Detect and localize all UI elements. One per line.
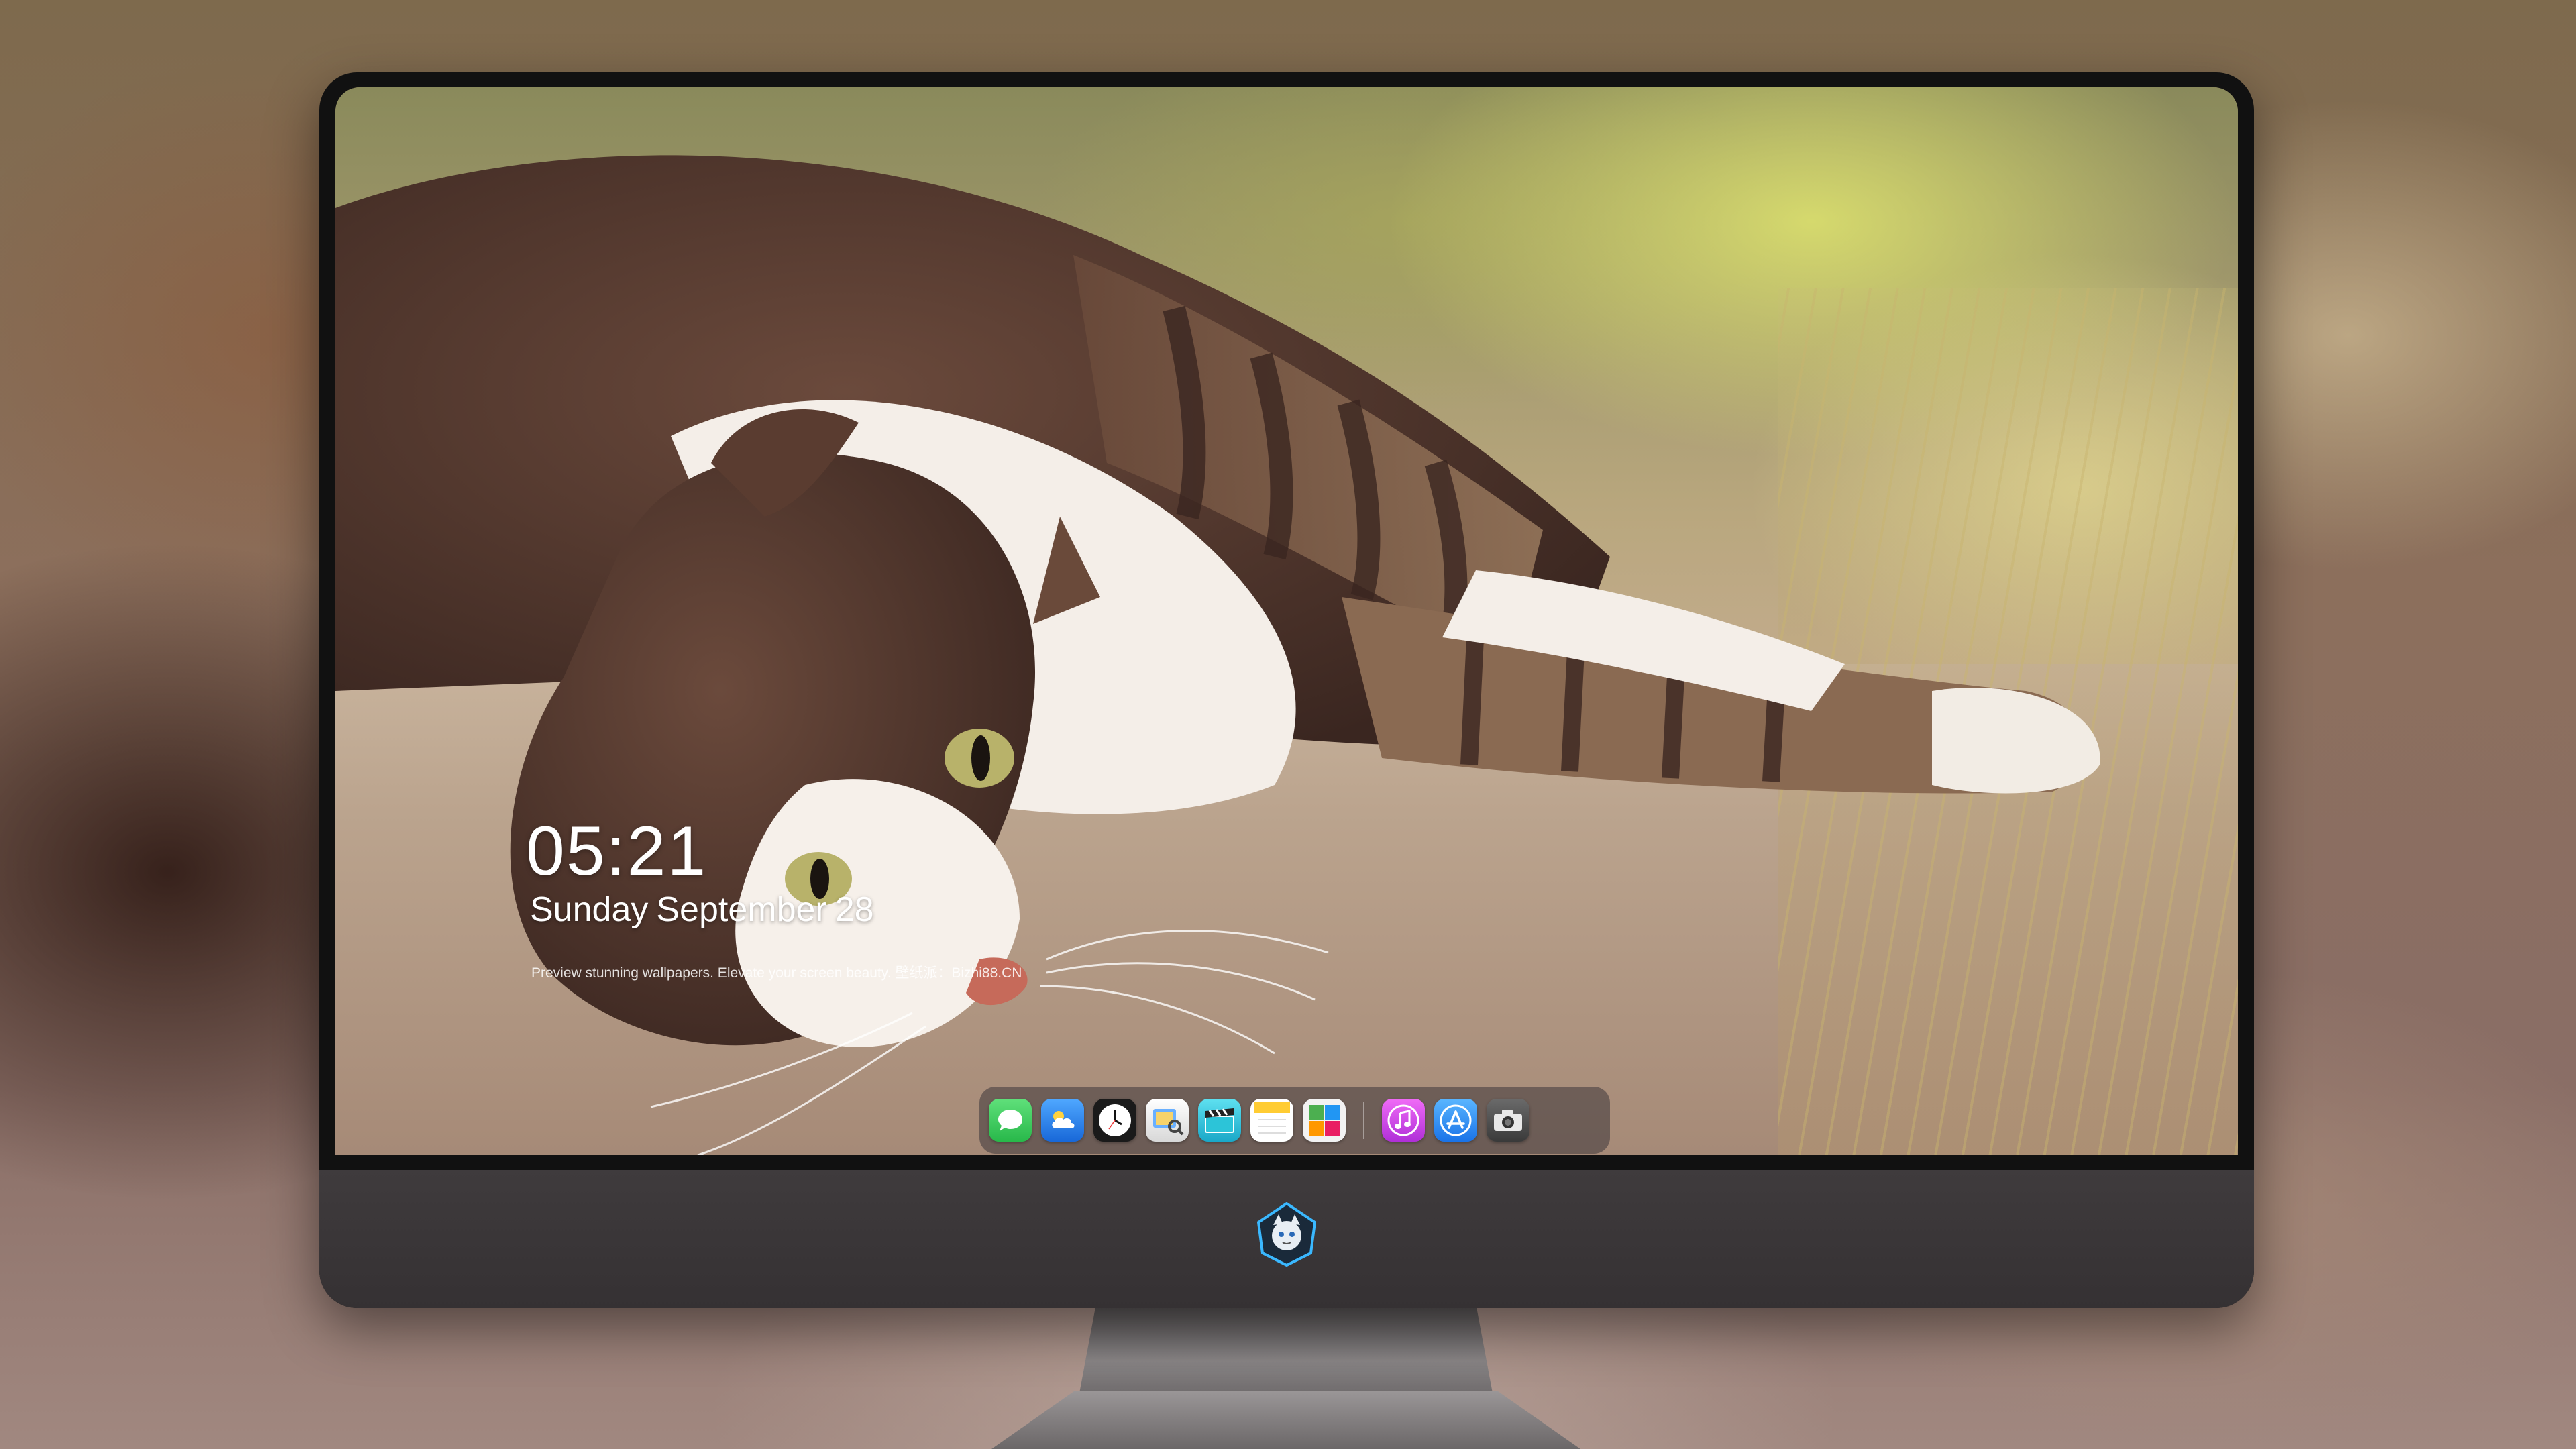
monitor-stand-base <box>991 1391 1580 1449</box>
notes-icon[interactable] <box>1250 1099 1293 1142</box>
wallpaper-cat <box>335 155 2100 1155</box>
preview-icon[interactable] <box>1146 1099 1189 1142</box>
clapper-icon[interactable] <box>1198 1099 1241 1142</box>
music-icon[interactable] <box>1382 1099 1425 1142</box>
date-weekday: Sunday <box>530 890 649 929</box>
monitor-chin <box>319 1170 2254 1308</box>
mascot-logo-icon <box>1256 1202 1317 1267</box>
monitor: 05:21 Sunday September 28 Preview stunning… <box>319 72 2254 1308</box>
dock <box>979 1087 1610 1154</box>
lock-screen-date: Sunday September 28 <box>530 890 882 930</box>
weather-icon[interactable] <box>1041 1099 1084 1142</box>
app-store-icon[interactable] <box>1434 1099 1477 1142</box>
screen: 05:21 Sunday September 28 Preview stunning… <box>335 87 2238 1155</box>
lock-screen-time: 05:21 <box>526 812 708 890</box>
date-day: 28 <box>835 890 874 929</box>
photo-booth-icon[interactable] <box>1303 1099 1346 1142</box>
lock-screen-tagline: Preview stunning wallpapers. Elevate you… <box>531 965 1022 981</box>
dock-separator <box>1363 1102 1364 1139</box>
messages-icon[interactable] <box>989 1099 1032 1142</box>
date-month: September <box>656 890 827 929</box>
camera-icon[interactable] <box>1487 1099 1529 1142</box>
clock-icon[interactable] <box>1093 1099 1136 1142</box>
monitor-stand-neck <box>1079 1308 1493 1397</box>
